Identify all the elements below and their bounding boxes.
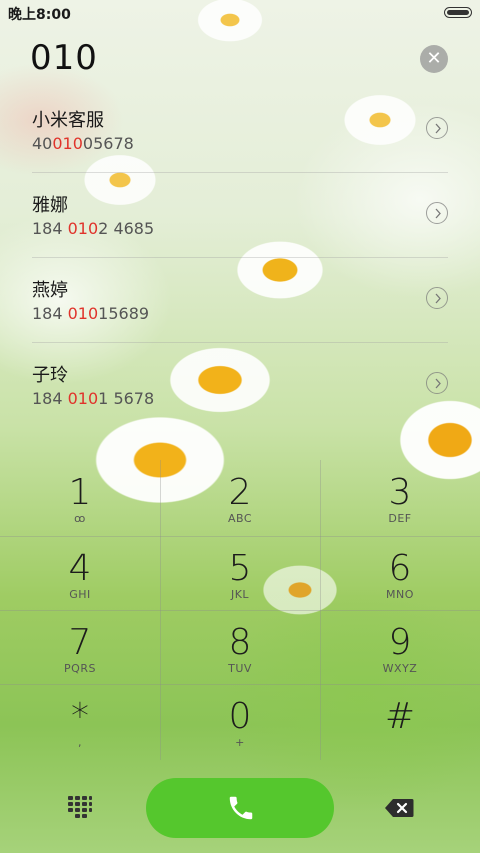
key-6[interactable]: 6 MNO (320, 536, 480, 610)
key-letters: ABC (227, 512, 253, 525)
key-3[interactable]: 3 DEF (320, 460, 480, 534)
key-digit: 8 (228, 622, 252, 663)
clear-number-button[interactable]: ✕ (420, 45, 448, 73)
number-match-highlight: 010 (52, 134, 83, 153)
phone-icon (229, 796, 253, 820)
key-letters: JKL (230, 588, 250, 601)
key-digit: 5 (228, 548, 252, 589)
key-2[interactable]: 2 ABC (160, 460, 320, 534)
key-5[interactable]: 5 JKL (160, 536, 320, 610)
call-button[interactable] (146, 778, 334, 838)
contact-number: 4001005678 (32, 134, 134, 153)
key-0[interactable]: 0 + (160, 684, 320, 758)
contact-name: 雅娜 (32, 195, 68, 216)
key-9[interactable]: 9 WXYZ (320, 610, 480, 684)
chevron-right-icon (435, 123, 441, 134)
contact-detail-button[interactable] (426, 287, 448, 309)
key-digit: 2 (228, 472, 252, 513)
contact-detail-button[interactable] (426, 372, 448, 394)
key-digit: 3 (388, 472, 412, 513)
key-7[interactable]: 7 PQRS (0, 610, 160, 684)
key-letters: + (235, 736, 245, 749)
backspace-icon (385, 799, 414, 817)
key-letters: TUV (228, 662, 252, 675)
key-letters: GHI (69, 588, 91, 601)
key-digit: # (384, 696, 416, 737)
contact-name: 子玲 (32, 365, 68, 386)
key-hash[interactable]: # (320, 684, 480, 758)
key-digit: 9 (388, 622, 412, 663)
key-digit: * (71, 696, 89, 737)
contact-number: 184 0102 4685 (32, 219, 155, 238)
key-digit: 6 (388, 548, 412, 589)
key-1[interactable]: 1 ꝏ (0, 460, 160, 534)
status-bar: 晚上8:00 (0, 0, 480, 26)
chevron-right-icon (435, 293, 441, 304)
contact-detail-button[interactable] (426, 117, 448, 139)
dialed-number-display[interactable]: 010 (30, 38, 98, 78)
key-digit: 0 (228, 696, 252, 737)
number-match-highlight: 010 (67, 304, 99, 323)
contact-suggestion-list: 小米客服 4001005678 雅娜 184 0102 4685 燕婷 184 … (0, 88, 480, 427)
contact-number: 184 01015689 (32, 304, 150, 323)
key-letters: MNO (386, 588, 414, 601)
key-star[interactable]: * , (0, 684, 160, 758)
battery-icon (444, 7, 472, 18)
contact-item[interactable]: 小米客服 4001005678 (32, 88, 448, 173)
key-digit: 7 (68, 622, 92, 663)
status-time: 晚上8:00 (8, 7, 71, 23)
delete-button[interactable] (384, 798, 414, 822)
contact-item[interactable]: 雅娜 184 0102 4685 (32, 173, 448, 258)
contact-name: 燕婷 (32, 280, 68, 301)
chevron-right-icon (435, 208, 441, 219)
key-digit: 1 (68, 472, 92, 513)
contact-name: 小米客服 (32, 110, 104, 131)
close-icon: ✕ (426, 48, 442, 69)
key-letters: PQRS (64, 662, 96, 675)
key-8[interactable]: 8 TUV (160, 610, 320, 684)
number-match-highlight: 010 (67, 389, 99, 408)
keypad-toggle-button[interactable] (68, 796, 92, 818)
contact-number: 184 0101 5678 (32, 389, 155, 408)
contact-item[interactable]: 子玲 184 0101 5678 (32, 343, 448, 427)
key-4[interactable]: 4 GHI (0, 536, 160, 610)
contact-detail-button[interactable] (426, 202, 448, 224)
key-letters: DEF (388, 512, 412, 525)
number-match-highlight: 010 (67, 219, 99, 238)
key-digit: 4 (68, 548, 92, 589)
key-letters: , (78, 736, 82, 749)
chevron-right-icon (435, 378, 441, 389)
contact-item[interactable]: 燕婷 184 01015689 (32, 258, 448, 343)
key-letters: WXYZ (382, 662, 418, 675)
voicemail-icon: ꝏ (74, 512, 86, 525)
dial-pad: 1 ꝏ 2 ABC 3 DEF 4 GHI 5 JKL 6 MNO 7 PQRS… (0, 460, 480, 760)
